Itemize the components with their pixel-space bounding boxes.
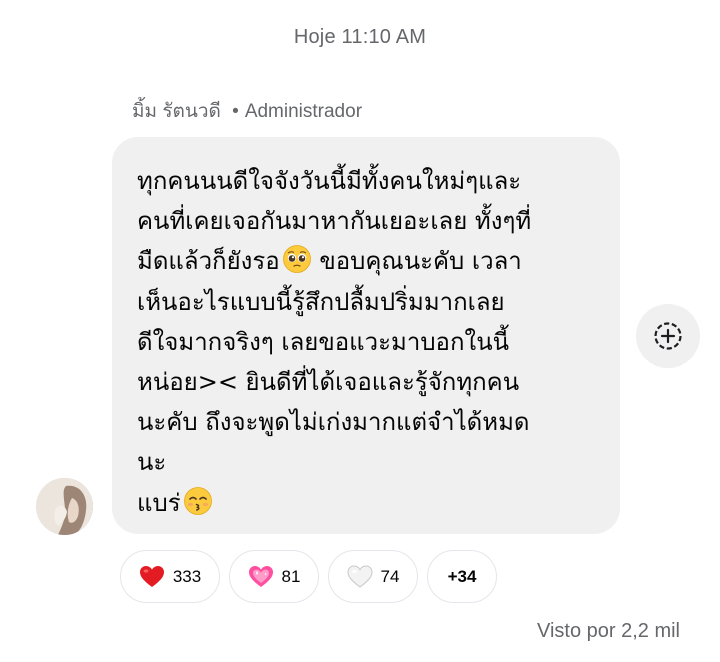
reactions-bar: 333 81 74 +34 bbox=[120, 550, 497, 603]
sender-role: Administrador bbox=[244, 101, 363, 122]
message-line-6: หน่อย>< ยินดีที่ได้เจอและรู้จักทุกคน bbox=[137, 368, 520, 397]
message-text: ทุกคนนนดีใจจังวันนี้มีทั้งคนใหม่ๆและ คนท… bbox=[137, 161, 600, 523]
message-line-5: ดีใจมากจริงๆ เลยขอแวะมาบอกในนี้ bbox=[137, 327, 510, 356]
reaction-red-heart[interactable]: 333 bbox=[120, 550, 220, 603]
message-line-1: ทุกคนนนดีใจจังวันนี้มีทั้งคนใหม่ๆและ bbox=[137, 167, 522, 195]
add-reaction-icon bbox=[654, 322, 682, 350]
message-line-3b: ขอบคุณนะคับ เวลา bbox=[311, 247, 522, 276]
message-line-2: คนที่เคยเจอกันมาหากันเยอะเลย ทั้งๆที่ bbox=[137, 207, 532, 236]
reaction-count: 74 bbox=[380, 566, 400, 586]
reaction-white-heart[interactable]: 74 bbox=[328, 550, 418, 603]
message-bubble[interactable]: ทุกคนนนดีใจจังวันนี้มีทั้งคนใหม่ๆและ คนท… bbox=[112, 137, 620, 534]
seen-by-count[interactable]: Visto por 2,2 mil bbox=[537, 620, 680, 643]
kissing-face-icon bbox=[183, 486, 212, 515]
reaction-sparkling-heart[interactable]: 81 bbox=[229, 550, 319, 603]
white-heart-icon bbox=[347, 564, 373, 588]
avatar-photo bbox=[36, 478, 93, 535]
reaction-count: 81 bbox=[281, 566, 301, 586]
sender-name[interactable]: มิ้ม รัตนวดี bbox=[132, 101, 221, 122]
message-line-9: แบร่ bbox=[137, 488, 181, 517]
message-line-3a: มืดแล้วก็ยังรอ bbox=[137, 247, 280, 276]
message-timestamp: Hoje 11:10 AM bbox=[293, 26, 427, 48]
message-line-8: นะ bbox=[137, 448, 167, 477]
message-line-4: เห็นอะไรแบบนี้รู้สึกปลื้มปริ่มมากเลย bbox=[137, 287, 505, 316]
pleading-face-icon bbox=[282, 245, 311, 274]
avatar[interactable] bbox=[36, 478, 93, 535]
red-heart-icon bbox=[139, 565, 164, 587]
more-reactions-count: +34 bbox=[447, 566, 477, 586]
add-reaction-button[interactable] bbox=[636, 304, 700, 368]
sender-separator: • bbox=[232, 101, 239, 122]
reaction-count: 333 bbox=[172, 566, 202, 586]
message-line-7: นะคับ ถึงจะพูดไม่เก่งมากแต่จำได้หมด bbox=[137, 408, 530, 437]
more-reactions-button[interactable]: +34 bbox=[427, 550, 497, 603]
sender-line: มิ้ม รัตนวดี • Administrador bbox=[132, 96, 362, 126]
sparkling-heart-icon bbox=[248, 565, 273, 587]
